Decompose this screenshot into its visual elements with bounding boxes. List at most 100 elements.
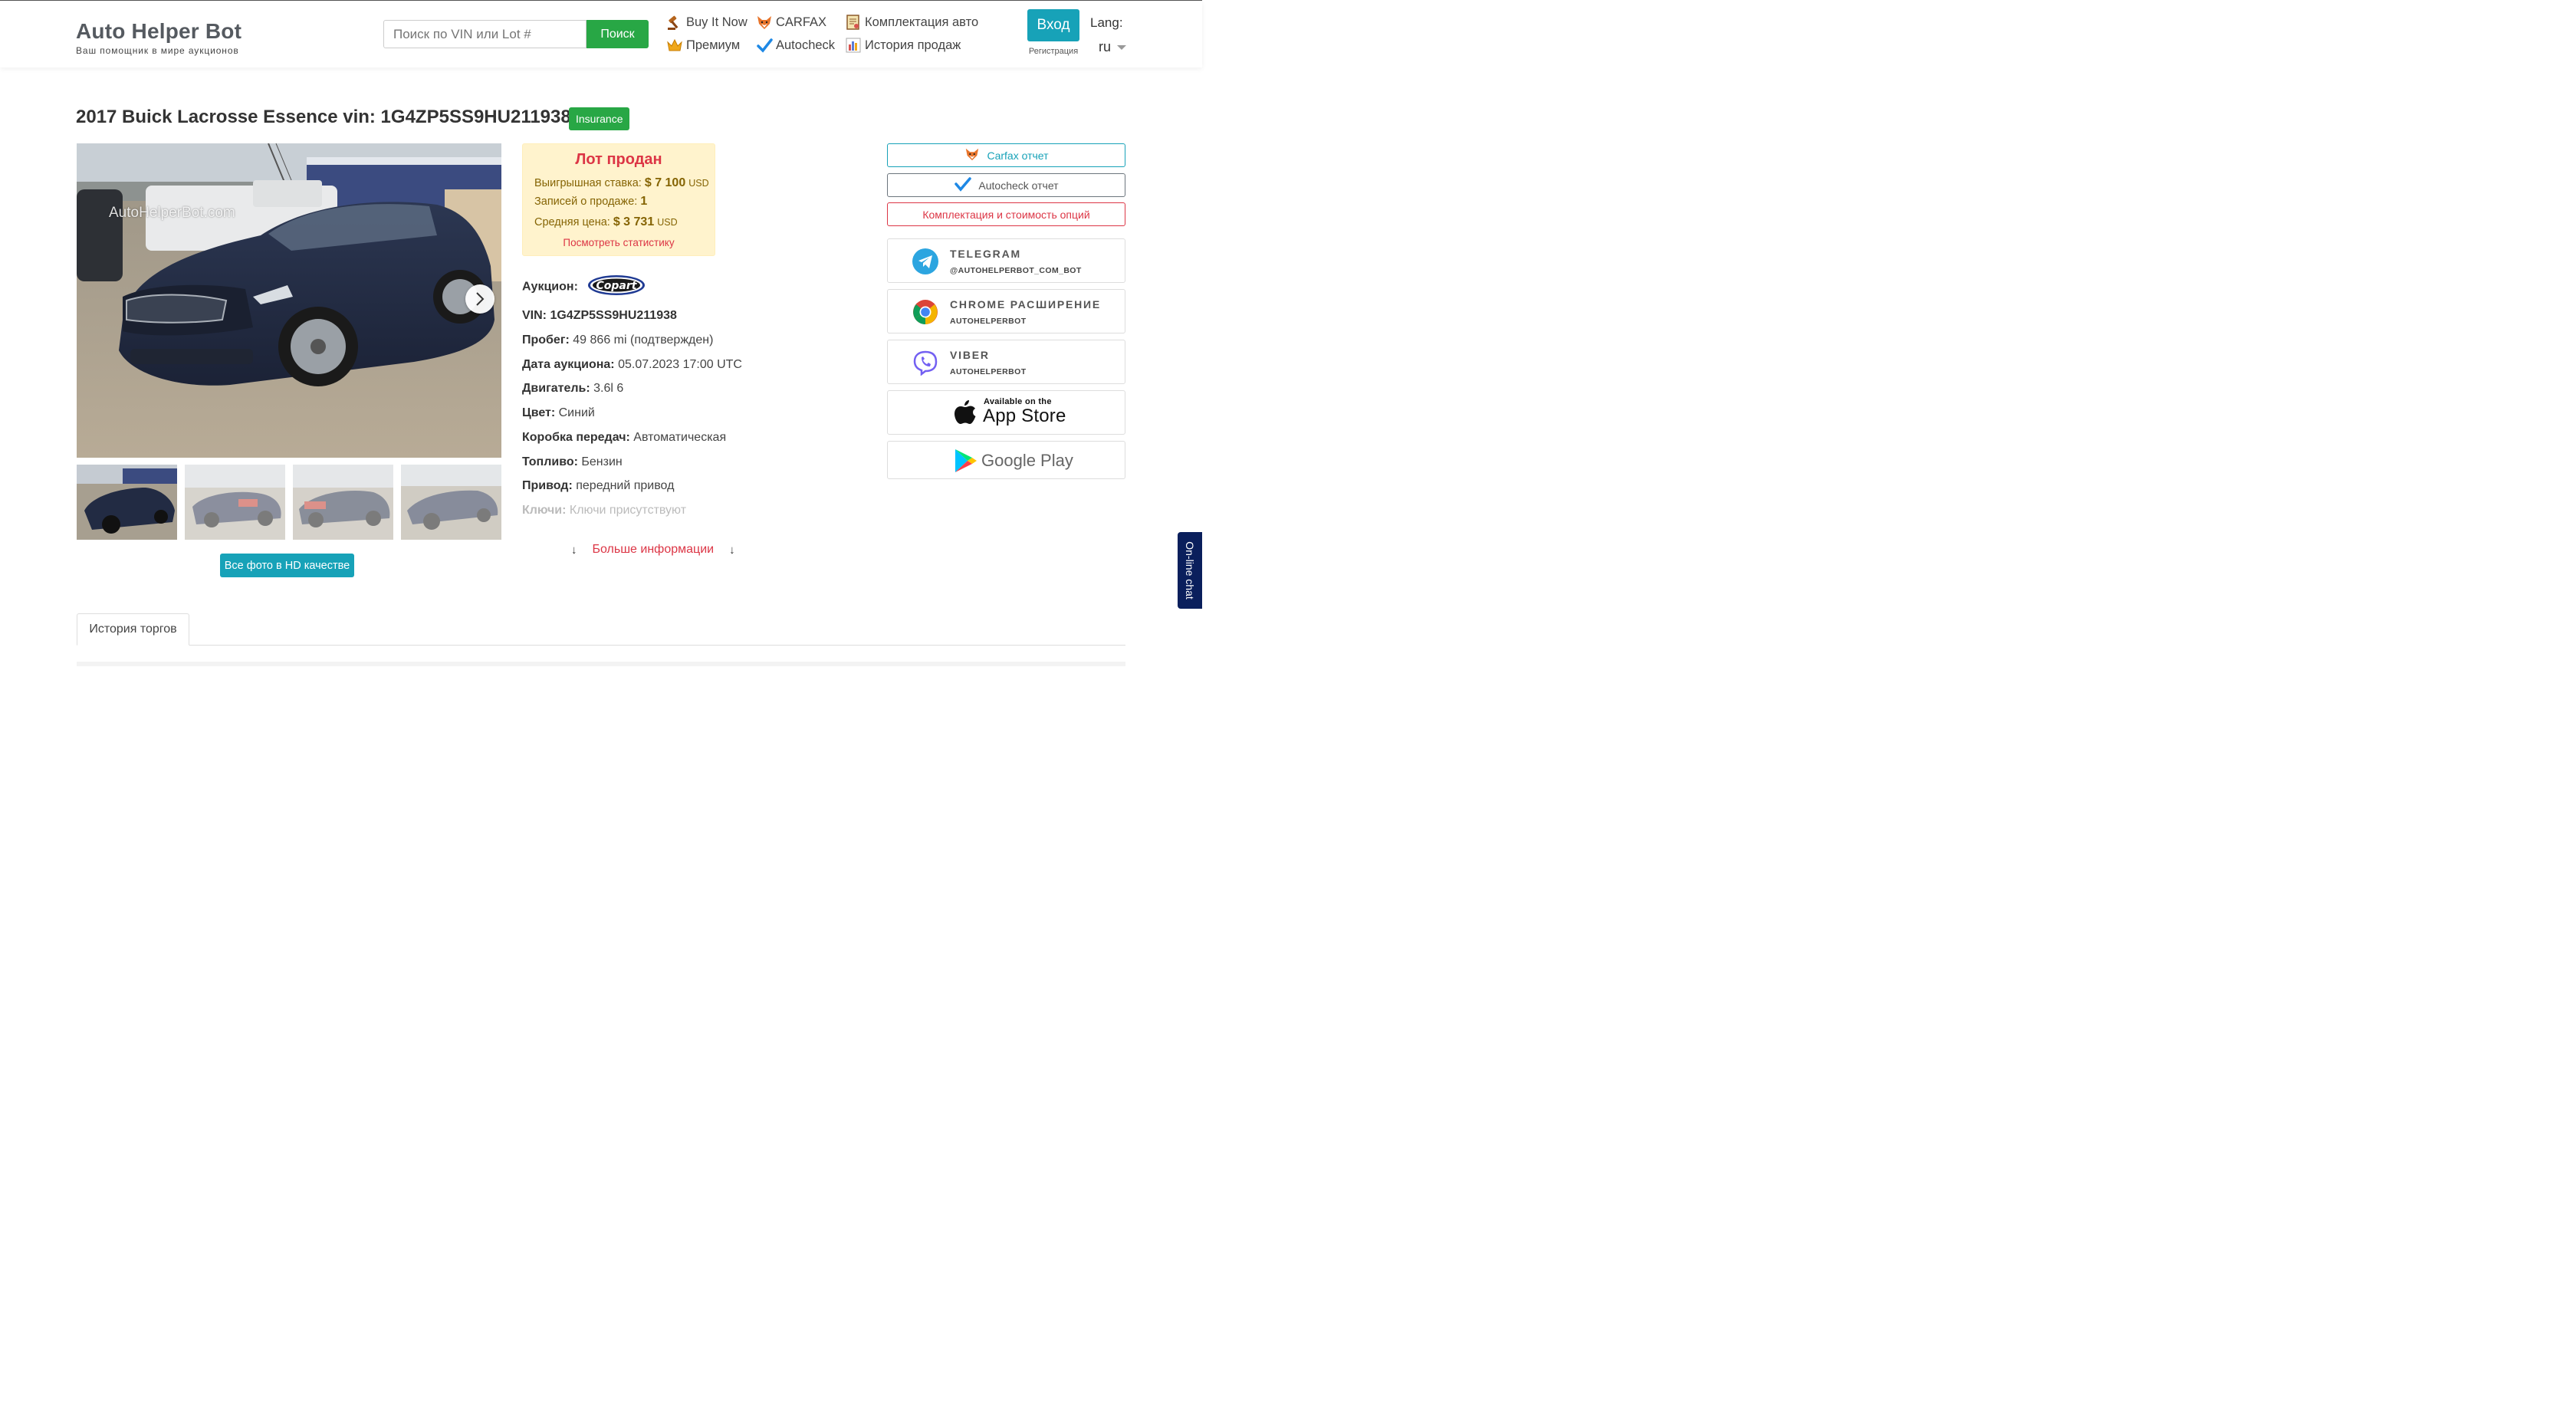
nav-carfax[interactable]: CARFAX [756,14,826,31]
drive-value: передний привод [576,479,675,492]
register-link[interactable]: Регистрация [1027,47,1079,56]
search-button[interactable]: Поиск [586,20,649,48]
login-button[interactable]: Вход [1027,9,1079,41]
viber-name: VIBER [950,349,990,361]
table-header [77,662,1125,666]
engine-label: Двигатель: [522,382,590,395]
thumbnail[interactable] [293,465,393,540]
photo-watermark: AutoHelperBot.com [109,205,235,221]
nav-premium[interactable]: Премиум [666,37,740,54]
chrome-icon [913,300,938,324]
nav-autocheck-label: Autocheck [776,38,836,52]
tab-divider [77,645,1125,646]
site-header: Auto Helper Bot Ваш помощник в мире аукц… [0,1,1202,67]
nav-equipment-label: Комплектация авто [865,15,979,29]
fuel-value: Бензин [581,455,623,468]
photo-thumbnails [77,465,501,540]
sales-records-label: Записей о продаже: [534,196,638,208]
nav-carfax-label: CARFAX [776,15,827,29]
drive-label: Привод: [522,479,573,492]
engine-row: Двигатель: 3.6l 6 [522,382,623,396]
arrow-down-icon: ↓ [571,543,577,557]
hd-photos-button[interactable]: Все фото в HD качестве [220,554,354,577]
fuel-label: Топливо: [522,455,578,468]
mileage-row: Пробег: 49 866 mi (подтвержден) [522,334,713,347]
autocheck-report-label: Autocheck отчет [978,179,1059,192]
lang-label: Lang: [1090,15,1123,30]
online-chat-button[interactable]: On-line chat [1178,532,1202,609]
view-stats-link[interactable]: Посмотреть статистику [523,237,715,248]
checkmark-icon [756,37,773,54]
keys-value: Ключи присутствуют [569,504,687,517]
mileage-value: 49 866 mi (подтвержден) [573,334,714,347]
mileage-label: Пробег: [522,334,570,347]
telegram-name: TELEGRAM [950,248,1021,260]
google-play-link[interactable]: Google Play [887,441,1125,479]
drive-row: Привод: передний привод [522,479,674,493]
brand-logo[interactable]: Auto Helper Bot Ваш помощник в мире аукц… [76,19,242,56]
sales-records: Записей о продаже: 1 [534,195,647,209]
thumbnail[interactable] [401,465,501,540]
chevron-right-icon [476,292,485,306]
telegram-handle: @AUTOHELPERBOT_COM_BOT [950,266,1082,275]
app-store-link[interactable]: Available on the App Store [887,390,1125,435]
thumbnail[interactable] [185,465,285,540]
transmission-label: Коробка передач: [522,431,630,444]
auction-row: Аукцион: Copart [522,274,646,300]
brand-name[interactable]: Auto Helper Bot [76,19,242,44]
more-info-link[interactable]: ↓ Больше информации ↓ [571,543,735,557]
vin-row: VIN: 1G4ZP5SS9HU211938 [522,309,677,323]
transmission-value: Автоматическая [633,431,727,444]
nav-buy-it-now[interactable]: Buy It Now [666,14,748,31]
fuel-row: Топливо: Бензин [522,455,623,469]
nav-equipment[interactable]: Комплектация авто [845,14,978,31]
sold-info-box: Лот продан Выигрышная ставка: $ 7 100 US… [522,143,715,256]
chevron-down-icon [1117,44,1127,50]
engine-value: 3.6l 6 [593,382,624,395]
autocheck-report-button[interactable]: Autocheck отчет [887,173,1125,197]
telegram-icon [912,248,938,274]
apple-icon [955,400,976,424]
insurance-badge: Insurance [569,107,630,130]
thumbnail[interactable] [77,465,177,540]
document-icon [845,14,862,31]
sold-title: Лот продан [575,151,662,168]
nav-sales-history-label: История продаж [865,38,961,52]
vin-value: 1G4ZP5SS9HU211938 [550,309,677,322]
auction-label: Аукцион: [522,280,578,294]
lang-select[interactable]: ru [1099,39,1127,55]
viber-link[interactable]: VIBER AUTOHELPERBOT [887,340,1125,384]
main-photo[interactable]: AutoHelperBot.com [77,143,501,458]
keys-row: Ключи: Ключи присутствуют [522,504,686,518]
brand-tagline: Ваш помощник в мире аукционов [76,45,239,56]
search-input[interactable] [383,20,586,48]
vin-label: VIN: [522,309,547,322]
chrome-name: CHROME РАСШИРЕНИЕ [950,298,1102,310]
nav-sales-history[interactable]: История продаж [845,37,961,54]
appstore-big-text: App Store [983,406,1066,426]
gavel-icon [666,14,683,31]
google-play-icon [955,449,977,472]
viber-icon [913,350,938,376]
winning-bid: Выигрышная ставка: $ 7 100 USD [534,176,709,190]
color-label: Цвет: [522,406,556,419]
nav-autocheck[interactable]: Autocheck [756,37,835,54]
transmission-row: Коробка передач: Автоматическая [522,431,726,445]
avg-price-label: Средняя цена: [534,216,610,228]
avg-price: Средняя цена: $ 3 731 USD [534,215,678,229]
winning-bid-label: Выигрышная ставка: [534,177,642,189]
nav-buy-it-now-label: Buy It Now [686,15,748,29]
telegram-link[interactable]: TELEGRAM @AUTOHELPERBOT_COM_BOT [887,238,1125,283]
fox-icon [964,146,981,164]
color-value: Синий [558,406,595,419]
online-chat-label: On-line chat [1184,541,1196,600]
next-photo-button[interactable] [465,284,495,314]
car-photo-illustration [77,143,501,458]
google-play-text: Google Play [981,451,1073,470]
tab-bid-history[interactable]: История торгов [77,613,189,646]
viber-handle: AUTOHELPERBOT [950,367,1027,376]
carfax-report-button[interactable]: Carfax отчет [887,143,1125,167]
chrome-extension-link[interactable]: CHROME РАСШИРЕНИЕ AUTOHELPERBOT [887,289,1125,334]
chrome-handle: AUTOHELPERBOT [950,317,1027,326]
options-cost-button[interactable]: Комплектация и стоимость опций [887,202,1125,226]
